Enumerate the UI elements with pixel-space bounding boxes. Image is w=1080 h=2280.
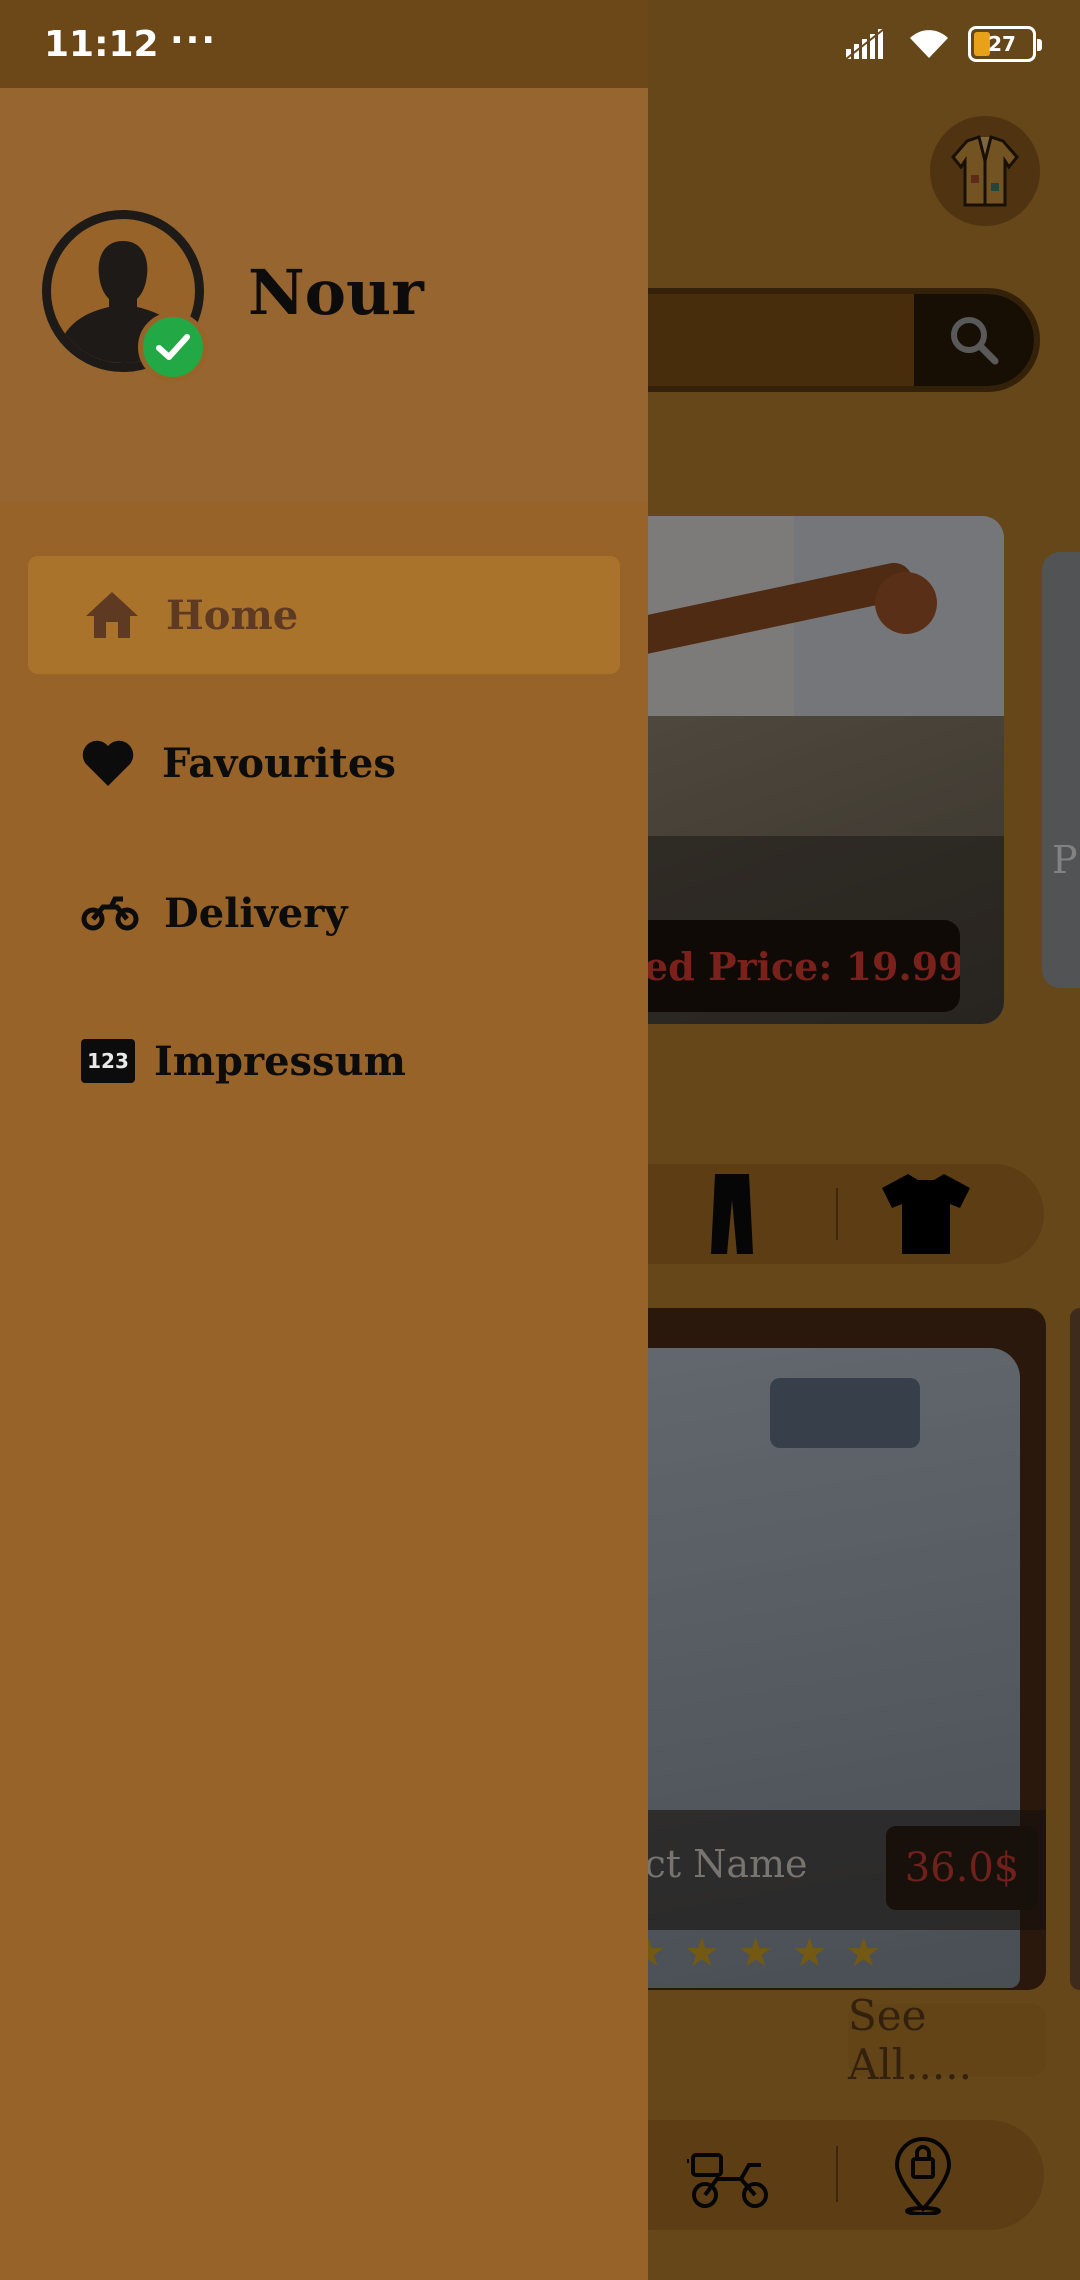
wifi-icon	[910, 30, 948, 58]
battery-icon: 27	[968, 26, 1042, 62]
menu-item-favourites[interactable]: Favourites	[28, 704, 620, 822]
menu-item-delivery[interactable]: Delivery	[28, 854, 620, 972]
status-time: 11:12	[44, 24, 159, 65]
menu-label-delivery: Delivery	[164, 889, 348, 937]
battery-percent: 27	[988, 32, 1016, 56]
home-icon	[80, 583, 144, 647]
navigation-drawer: Nour Home Favourites Delivery 123 Impres…	[0, 0, 648, 2280]
profile-name: Nour	[248, 256, 424, 329]
menu-item-impressum[interactable]: 123 Impressum	[28, 1002, 620, 1120]
numbers-icon-text: 123	[81, 1039, 135, 1083]
numbers-icon: 123	[76, 1029, 140, 1093]
status-bar: 11:12 ··· 27	[0, 0, 1080, 88]
verified-badge	[138, 312, 208, 382]
menu-item-home[interactable]: Home	[28, 556, 620, 674]
motorcycle-icon	[78, 881, 142, 945]
menu-label-home: Home	[166, 591, 299, 639]
menu-label-favourites: Favourites	[162, 739, 396, 787]
status-icons: 27	[846, 26, 1042, 62]
heart-icon	[76, 731, 140, 795]
battery-tip	[1037, 39, 1042, 51]
menu-label-impressum: Impressum	[154, 1037, 406, 1085]
more-notifications-icon: ···	[170, 20, 218, 61]
check-icon	[156, 334, 190, 360]
signal-icon	[846, 29, 885, 59]
